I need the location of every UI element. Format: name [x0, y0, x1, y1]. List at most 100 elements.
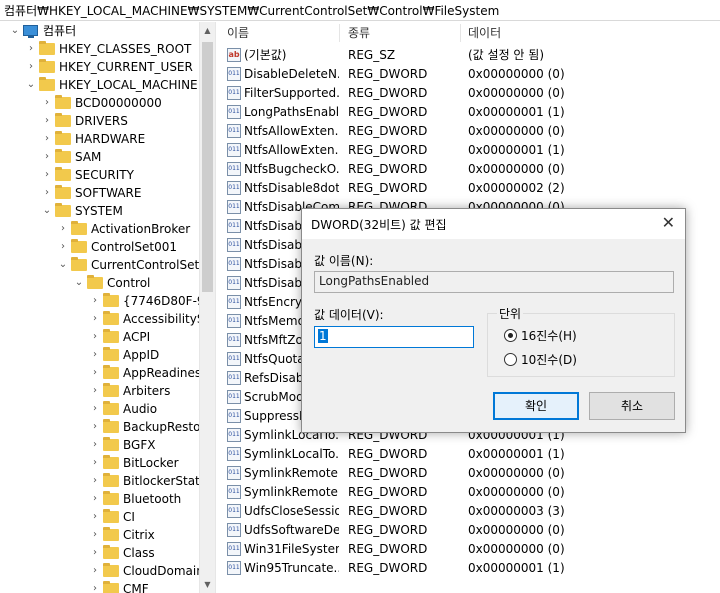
tree-item-label: {7746D80F-97 [123, 294, 199, 308]
chevron-right-icon[interactable]: › [88, 292, 102, 310]
chevron-right-icon[interactable]: › [88, 310, 102, 328]
dec-radio-label[interactable]: 10진수(D) [521, 351, 577, 368]
chevron-right-icon[interactable]: › [88, 544, 102, 562]
address-bar[interactable]: 컴퓨터₩HKEY_LOCAL_MACHINE₩SYSTEM₩CurrentCon… [0, 0, 720, 21]
registry-tree[interactable]: ⌄ 컴퓨터 › HKEY_CLASSES_ROOT › HKEY_CURRENT_USER… [0, 22, 199, 593]
tree-item[interactable]: › AccessibilitySe [0, 310, 199, 328]
list-item[interactable]: 011UdfsSoftwareDe... REG_DWORD 0x00000000 … [217, 521, 720, 540]
binary-value-icon: 011 [227, 257, 241, 271]
chevron-right-icon[interactable]: › [88, 580, 102, 593]
tree-item[interactable]: › AppReadiness [0, 364, 199, 382]
dec-radio[interactable] [504, 353, 517, 366]
list-item[interactable]: 011 Win31FileSystem REG_DWORD 0x00000000 (0… [217, 540, 720, 559]
tree-item[interactable]: › BCD00000000 [0, 94, 199, 112]
list-item[interactable]: 011 NtfsAllowExten... REG_DWORD 0x00000000 … [217, 122, 720, 141]
tree-scrollbar[interactable]: ▲ ▼ [199, 22, 216, 593]
chevron-right-icon[interactable]: › [24, 58, 38, 76]
tree-item[interactable]: › ControlSet001 [0, 238, 199, 256]
tree-item[interactable]: ⌄ Control [0, 274, 199, 292]
chevron-right-icon[interactable]: › [88, 400, 102, 418]
tree-item[interactable]: › Citrix [0, 526, 199, 544]
tree-item[interactable]: ⌄ CurrentControlSet [0, 256, 199, 274]
tree-item[interactable]: › Arbiters [0, 382, 199, 400]
hex-radio[interactable] [504, 329, 517, 342]
chevron-right-icon[interactable]: › [88, 562, 102, 580]
close-icon[interactable]: ✕ [662, 213, 675, 232]
chevron-right-icon[interactable]: › [40, 94, 54, 112]
column-header-name[interactable]: 이름 [227, 22, 249, 44]
tree-item[interactable]: › HARDWARE [0, 130, 199, 148]
chevron-right-icon[interactable]: › [88, 490, 102, 508]
tree-item[interactable]: ⌄ SYSTEM [0, 202, 199, 220]
tree-item[interactable]: › CloudDomain [0, 562, 199, 580]
chevron-right-icon[interactable]: › [88, 382, 102, 400]
chevron-right-icon[interactable]: › [40, 148, 54, 166]
cancel-button[interactable]: 취소 [589, 392, 675, 420]
value-data: (값 설정 안 됨) [468, 48, 545, 62]
list-item[interactable]: 011 DisableDeleteN... REG_DWORD 0x00000000 … [217, 65, 720, 84]
tree-item[interactable]: › {7746D80F-97 [0, 292, 199, 310]
chevron-down-icon[interactable]: ⌄ [72, 274, 86, 292]
tree-item[interactable]: › ActivationBroker [0, 220, 199, 238]
chevron-right-icon[interactable]: › [88, 328, 102, 346]
chevron-down-icon[interactable]: ⌄ [56, 256, 70, 274]
tree-item[interactable]: › ACPI [0, 328, 199, 346]
tree-item[interactable]: › HKEY_CURRENT_USER [0, 58, 199, 76]
chevron-down-icon[interactable]: ⌄ [8, 22, 22, 40]
tree-item[interactable]: › Bluetooth [0, 490, 199, 508]
list-item[interactable]: 011LongPathsEnabl... REG_DWORD 0x00000001 … [217, 103, 720, 122]
list-item[interactable]: 011 Win95Truncate... REG_DWORD 0x00000001 (… [217, 559, 720, 578]
chevron-right-icon[interactable]: › [88, 346, 102, 364]
value-data-input[interactable]: 1 [314, 326, 474, 348]
list-item[interactable]: 011 SymlinkRemote... REG_DWORD 0x00000000 (… [217, 464, 720, 483]
chevron-right-icon[interactable]: › [40, 112, 54, 130]
scroll-up-icon[interactable]: ▲ [200, 22, 215, 39]
tree-item[interactable]: › BitLocker [0, 454, 199, 472]
tree-item[interactable]: › Audio [0, 400, 199, 418]
chevron-right-icon[interactable]: › [24, 40, 38, 58]
list-item[interactable]: 011 FilterSupported... REG_DWORD 0x00000000… [217, 84, 720, 103]
tree-item[interactable]: › BitlockerStatus [0, 472, 199, 490]
list-item[interactable]: 011UdfsCloseSessio... REG_DWORD 0x00000003… [217, 502, 720, 521]
binary-value-icon: 011 [227, 162, 241, 176]
chevron-right-icon[interactable]: › [40, 184, 54, 202]
scrollbar-thumb[interactable] [202, 42, 213, 292]
tree-item[interactable]: › AppID [0, 346, 199, 364]
chevron-right-icon[interactable]: › [88, 508, 102, 526]
column-header-data[interactable]: 데이터 [468, 22, 501, 44]
chevron-right-icon[interactable]: › [88, 418, 102, 436]
tree-item[interactable]: › SOFTWARE [0, 184, 199, 202]
chevron-right-icon[interactable]: › [40, 166, 54, 184]
list-item[interactable]: 011NtfsDisable8dot... REG_DWORD 0x00000002… [217, 179, 720, 198]
chevron-right-icon[interactable]: › [56, 220, 70, 238]
list-item[interactable]: 011 SymlinkRemote... REG_DWORD 0x00000000 (… [217, 483, 720, 502]
tree-root[interactable]: ⌄ 컴퓨터 [0, 22, 199, 40]
list-item[interactable]: 011 NtfsAllowExten... REG_DWORD 0x00000001 … [217, 141, 720, 160]
chevron-right-icon[interactable]: › [88, 436, 102, 454]
ok-button[interactable]: 확인 [493, 392, 579, 420]
tree-item[interactable]: › CMF [0, 580, 199, 593]
chevron-down-icon[interactable]: ⌄ [24, 76, 38, 94]
tree-item[interactable]: › SAM [0, 148, 199, 166]
tree-item[interactable]: › CI [0, 508, 199, 526]
tree-item[interactable]: › Class [0, 544, 199, 562]
list-item[interactable]: 011 NtfsBugcheckO... REG_DWORD 0x00000000 (… [217, 160, 720, 179]
column-header-type[interactable]: 종류 [348, 22, 370, 44]
tree-item[interactable]: › BGFX [0, 436, 199, 454]
chevron-right-icon[interactable]: › [56, 238, 70, 256]
tree-item[interactable]: › DRIVERS [0, 112, 199, 130]
hex-radio-label[interactable]: 16진수(H) [521, 327, 577, 344]
tree-item[interactable]: › SECURITY [0, 166, 199, 184]
list-item[interactable]: ab (기본값) REG_SZ (값 설정 안 됨) [217, 46, 720, 65]
tree-item[interactable]: ⌄ HKEY_LOCAL_MACHINE [0, 76, 199, 94]
list-item[interactable]: 011 SymlinkLocalTo... REG_DWORD 0x00000001 … [217, 445, 720, 464]
scroll-down-icon[interactable]: ▼ [200, 576, 215, 593]
chevron-right-icon[interactable]: › [88, 364, 102, 382]
chevron-right-icon[interactable]: › [88, 526, 102, 544]
tree-item[interactable]: › BackupRestore [0, 418, 199, 436]
chevron-right-icon[interactable]: › [88, 472, 102, 490]
chevron-down-icon[interactable]: ⌄ [40, 202, 54, 220]
tree-item[interactable]: › HKEY_CLASSES_ROOT [0, 40, 199, 58]
chevron-right-icon[interactable]: › [40, 130, 54, 148]
chevron-right-icon[interactable]: › [88, 454, 102, 472]
